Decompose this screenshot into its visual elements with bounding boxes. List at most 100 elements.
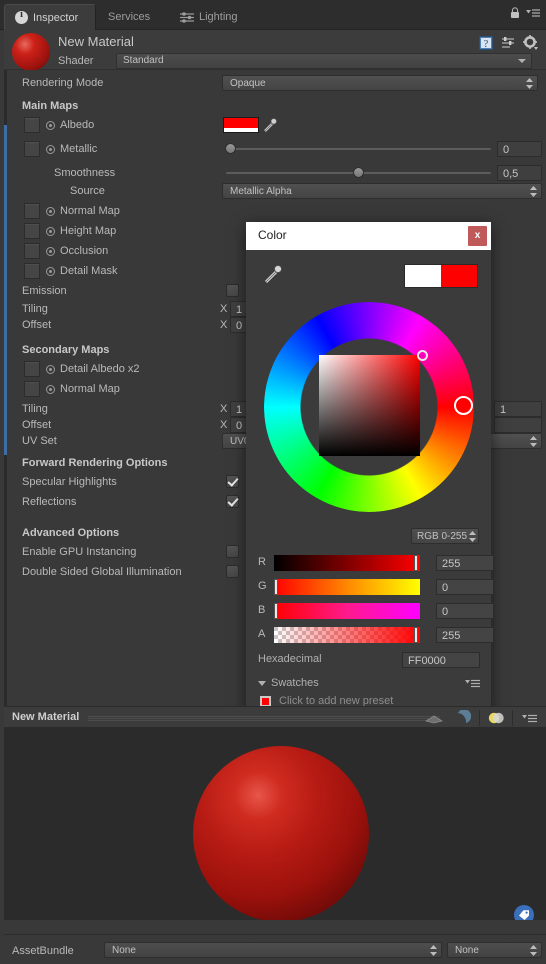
tiling-x-axis-label: X xyxy=(220,303,228,315)
metallic-slider-track[interactable] xyxy=(226,148,491,150)
secondary-offset-y-field[interactable] xyxy=(494,417,542,433)
double-sided-gi-checkbox[interactable] xyxy=(226,565,239,578)
detail-mask-texture-slot[interactable] xyxy=(24,263,40,279)
emission-checkbox[interactable] xyxy=(226,284,239,297)
emission-label: Emission xyxy=(22,285,67,297)
svg-text:?: ? xyxy=(484,39,489,50)
channel-a-slider[interactable] xyxy=(274,627,420,643)
occlusion-label: Occlusion xyxy=(60,245,109,257)
channel-g-knob[interactable] xyxy=(274,579,278,595)
channel-b-label: B xyxy=(258,604,266,616)
channel-r-field[interactable]: 255 xyxy=(436,555,494,571)
sliders-icon xyxy=(180,11,194,23)
saturation-value-cursor[interactable] xyxy=(417,350,428,361)
eyedropper-icon[interactable] xyxy=(263,117,279,136)
asset-label-icon[interactable] xyxy=(514,905,534,920)
asset-bundle-name-value: None xyxy=(112,945,136,956)
detail-albedo-texture-slot[interactable] xyxy=(24,361,40,377)
normal-map-label: Normal Map xyxy=(60,205,120,217)
material-preview-area[interactable] xyxy=(4,728,546,920)
offset-label: Offset xyxy=(22,319,52,331)
channel-r-value: 255 xyxy=(442,558,461,570)
albedo-color-swatch[interactable] xyxy=(223,117,259,133)
detail-mask-radio-icon[interactable] xyxy=(46,267,55,276)
specular-highlights-label: Specular Highlights xyxy=(22,476,117,488)
channel-g-value: 0 xyxy=(442,582,449,594)
normal-map-radio-icon[interactable] xyxy=(46,207,55,216)
metallic-texture-slot[interactable] xyxy=(24,141,40,157)
channel-a-knob[interactable] xyxy=(414,627,418,643)
hue-cursor[interactable] xyxy=(454,396,473,415)
occlusion-texture-slot[interactable] xyxy=(24,243,40,259)
gpu-instancing-checkbox[interactable] xyxy=(226,545,239,558)
preview-menu-icon[interactable] xyxy=(516,709,542,727)
channel-b-knob[interactable] xyxy=(274,603,278,619)
secondary-normal-map-texture-slot[interactable] xyxy=(24,381,40,397)
metallic-value-field[interactable]: 0 xyxy=(497,141,542,157)
gear-icon[interactable] xyxy=(523,35,538,53)
channel-r-knob[interactable] xyxy=(414,555,418,571)
preset-icon[interactable] xyxy=(501,36,515,53)
secondary-tiling-y-field[interactable]: 1 xyxy=(494,401,542,417)
height-map-radio-icon[interactable] xyxy=(46,227,55,236)
swatches-menu-icon[interactable] xyxy=(465,679,480,688)
close-icon[interactable]: x xyxy=(468,226,487,246)
sphere-icon[interactable] xyxy=(450,709,476,727)
channel-row-a: A 255 xyxy=(258,627,494,643)
secondary-normal-map-label: Normal Map xyxy=(60,383,120,395)
source-dropdown[interactable]: Metallic Alpha xyxy=(222,183,542,199)
rendering-mode-value: Opaque xyxy=(230,78,266,89)
secondary-offset-label: Offset xyxy=(22,419,52,431)
plane-icon[interactable] xyxy=(421,709,447,727)
advanced-options-header: Advanced Options xyxy=(22,527,120,539)
secondary-normal-map-radio-icon[interactable] xyxy=(46,385,55,394)
saturation-value-square[interactable] xyxy=(319,355,420,456)
shader-dropdown-value: Standard xyxy=(123,55,164,66)
color-mode-dropdown[interactable]: RGB 0-255 xyxy=(411,528,479,544)
color-picker-titlebar[interactable]: Color x xyxy=(246,222,491,250)
material-header: New Material Shader Standard ? xyxy=(4,30,546,71)
channel-g-field[interactable]: 0 xyxy=(436,579,494,595)
channel-g-slider[interactable] xyxy=(274,579,420,595)
lighting-toggle-icon[interactable] xyxy=(483,709,509,727)
asset-bundle-variant-dropdown[interactable]: None xyxy=(447,942,542,958)
albedo-radio-icon[interactable] xyxy=(46,121,55,130)
rendering-mode-dropdown[interactable]: Opaque xyxy=(222,75,538,91)
channel-r-slider[interactable] xyxy=(274,555,420,571)
detail-albedo-radio-icon[interactable] xyxy=(46,365,55,374)
color-preview-swatch[interactable] xyxy=(404,264,478,288)
tab-inspector[interactable]: Inspector xyxy=(4,4,96,30)
preview-resize-grip[interactable] xyxy=(88,716,440,721)
rendering-mode-label: Rendering Mode xyxy=(22,77,104,89)
height-map-texture-slot[interactable] xyxy=(24,223,40,239)
metallic-slider-knob[interactable] xyxy=(225,143,236,154)
shader-dropdown[interactable]: Standard xyxy=(116,53,532,69)
stepper-icon xyxy=(526,78,533,89)
metallic-radio-icon[interactable] xyxy=(46,145,55,154)
asset-bundle-name-dropdown[interactable]: None xyxy=(104,942,442,958)
color-wheel-area[interactable] xyxy=(256,300,481,525)
smoothness-slider-knob[interactable] xyxy=(353,167,364,178)
smoothness-value-field[interactable]: 0,5 xyxy=(497,165,542,181)
channel-b-field[interactable]: 0 xyxy=(436,603,494,619)
stepper-icon xyxy=(530,186,537,197)
reflections-label: Reflections xyxy=(22,496,77,508)
lock-icon[interactable] xyxy=(510,7,520,19)
tab-lighting[interactable]: Lighting xyxy=(170,4,262,30)
chevron-down-icon[interactable] xyxy=(258,681,266,686)
preview-icon-group xyxy=(421,709,542,727)
row-rendering-mode: Rendering Mode Opaque xyxy=(4,75,546,93)
tab-services[interactable]: Services xyxy=(98,4,170,30)
occlusion-radio-icon[interactable] xyxy=(46,247,55,256)
normal-map-texture-slot[interactable] xyxy=(24,203,40,219)
help-icon[interactable]: ? xyxy=(479,35,493,53)
reflections-checkbox[interactable] xyxy=(226,495,239,508)
window-menu-icon[interactable] xyxy=(526,8,540,18)
specular-highlights-checkbox[interactable] xyxy=(226,475,239,488)
color-picker-eyedropper-icon[interactable] xyxy=(264,264,284,284)
hexadecimal-field[interactable]: FF0000 xyxy=(402,652,480,668)
channel-b-slider[interactable] xyxy=(274,603,420,619)
albedo-texture-slot[interactable] xyxy=(24,117,40,133)
channel-a-field[interactable]: 255 xyxy=(436,627,494,643)
material-thumbnail xyxy=(12,33,50,71)
